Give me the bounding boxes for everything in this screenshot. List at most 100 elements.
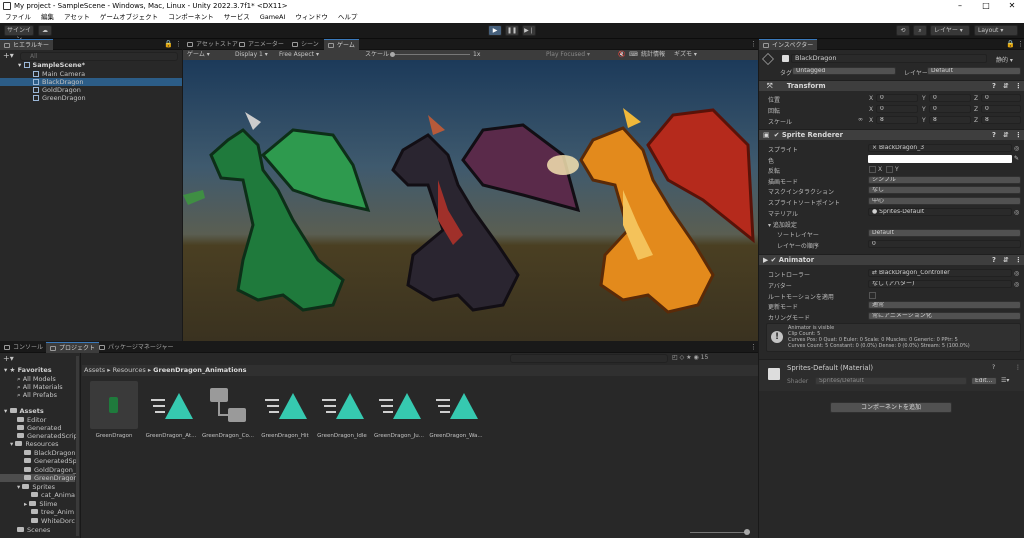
draw-mode-dropdown[interactable]: シンプル: [868, 176, 1021, 184]
hierarchy-item-main-camera[interactable]: Main Camera: [33, 70, 85, 78]
hierarchy-item-blackdragon[interactable]: BlackDragon: [0, 78, 182, 86]
help-icon[interactable]: ?: [992, 130, 996, 141]
scale-slider-handle[interactable]: [390, 52, 395, 57]
lock-icon[interactable]: 🔒: [1006, 40, 1015, 48]
stats-toggle[interactable]: 統計情報: [641, 50, 665, 60]
transform-header[interactable]: ⤧ Transform? ⇵ ⋮: [759, 80, 1024, 91]
rotation-x-field[interactable]: 0: [876, 105, 918, 113]
scale-slider[interactable]: [390, 54, 470, 55]
cloud-icon[interactable]: ☁: [38, 25, 52, 36]
aspect-dropdown[interactable]: Free Aspect ▾: [279, 50, 319, 60]
display-dropdown[interactable]: Display 1 ▾: [235, 50, 268, 60]
splitter[interactable]: [80, 353, 81, 538]
menu-window[interactable]: ウィンドウ: [290, 12, 333, 23]
preset-icon[interactable]: ⇵: [1003, 81, 1009, 92]
breadcrumb-current[interactable]: GreenDragon_Animations: [153, 366, 246, 374]
sprite-field[interactable]: ⨯ BlackDragon_3: [868, 144, 1012, 152]
object-picker-icon[interactable]: ◎: [1014, 209, 1019, 216]
color-swatch[interactable]: [868, 155, 1012, 163]
gizmos-toggle[interactable]: ギズモ ▾: [674, 50, 697, 60]
create-asset-button[interactable]: +▾: [3, 354, 14, 363]
scale-z-field[interactable]: 8: [981, 116, 1021, 124]
component-menu-icon[interactable]: ⋮: [1015, 130, 1022, 141]
menu-file[interactable]: ファイル: [0, 12, 36, 23]
scale-x-field[interactable]: 8: [876, 116, 918, 124]
folder-tree-anim[interactable]: tree_Anim: [31, 508, 74, 516]
additional-settings-foldout[interactable]: ▾ 追加設定: [768, 220, 797, 229]
folder-slime[interactable]: ▸ Slime: [24, 500, 57, 508]
folder-generatedsprites[interactable]: GeneratedSp: [24, 457, 77, 465]
step-button[interactable]: ▶❘: [522, 25, 536, 36]
close-window-button[interactable]: ✕: [1002, 1, 1022, 10]
menu-services[interactable]: サービス: [219, 12, 255, 23]
help-icon[interactable]: ?: [992, 81, 996, 92]
material-field[interactable]: ● Sprites-Default: [868, 208, 1012, 216]
folder-sprites[interactable]: ▾ Sprites: [17, 483, 55, 491]
game-viewport[interactable]: [183, 60, 758, 341]
tab-scene[interactable]: シーン: [288, 39, 323, 50]
folder-golddragon[interactable]: GoldDragon_: [24, 466, 76, 474]
favorite-search-icon[interactable]: ★: [686, 354, 691, 361]
folder-resources[interactable]: ▾ Resources: [10, 440, 59, 448]
favorites-header[interactable]: ▾ ★ Favorites: [4, 366, 52, 374]
flip-x-checkbox[interactable]: [869, 166, 876, 173]
mask-interaction-dropdown[interactable]: なし: [868, 186, 1021, 194]
favorite-all-prefabs[interactable]: ⌕ All Prefabs: [17, 391, 57, 399]
preset-icon[interactable]: ⇵: [1003, 130, 1009, 141]
avatar-field[interactable]: なし (アバター): [868, 280, 1012, 288]
favorite-all-materials[interactable]: ⌕ All Materials: [17, 383, 63, 391]
add-object-button[interactable]: +▾: [3, 51, 14, 60]
shortcut-icon[interactable]: ⌨: [629, 50, 638, 60]
rotation-z-field[interactable]: 0: [981, 105, 1021, 113]
maximize-button[interactable]: □: [976, 1, 996, 10]
menu-component[interactable]: コンポーネント: [163, 12, 219, 23]
breadcrumb-resources[interactable]: Resources: [113, 366, 146, 374]
pause-button[interactable]: ❚❚: [505, 25, 519, 36]
shader-dropdown[interactable]: Sprites/Default: [815, 377, 967, 385]
tab-animator[interactable]: アニメーター: [235, 39, 288, 50]
breadcrumb-assets[interactable]: Assets: [84, 366, 105, 374]
more-menu-icon[interactable]: ⋮: [750, 40, 757, 48]
order-in-layer-field[interactable]: 0: [868, 240, 1021, 248]
object-picker-icon[interactable]: ◎: [1014, 270, 1019, 277]
tab-asset-store[interactable]: アセットストア: [183, 39, 242, 50]
sort-point-dropdown[interactable]: 中心: [868, 197, 1021, 205]
folder-generated[interactable]: Generated: [17, 424, 61, 432]
mute-icon[interactable]: 🔇: [618, 50, 625, 60]
icon-size-slider[interactable]: [690, 532, 750, 533]
component-menu-icon[interactable]: ⋮: [1015, 255, 1022, 266]
tab-hierarchy[interactable]: ヒエラルキー: [0, 39, 54, 50]
search-by-type-icon[interactable]: ◰: [672, 354, 678, 361]
preset-icon[interactable]: ⇵: [1003, 255, 1009, 266]
sprite-renderer-header[interactable]: ▣ ✔ Sprite Renderer? ⇵ ⋮: [759, 129, 1024, 140]
hierarchy-search-input[interactable]: All: [20, 52, 178, 61]
folder-scenes[interactable]: Scenes: [17, 526, 50, 534]
object-name-field[interactable]: BlackDragon: [791, 54, 987, 63]
folder-cat-anima[interactable]: cat_Anima: [31, 491, 75, 499]
menu-gameai[interactable]: GameAI: [255, 12, 291, 23]
sorting-layer-dropdown[interactable]: Default: [868, 229, 1021, 237]
edit-shader-button[interactable]: Edit...: [971, 377, 997, 385]
component-menu-icon[interactable]: ⋮: [1015, 364, 1021, 371]
tab-game[interactable]: ゲーム: [324, 39, 359, 50]
folder-generatedscripts[interactable]: GeneratedScrip: [17, 432, 78, 440]
more-menu-icon[interactable]: ⋮: [750, 343, 757, 351]
tab-console[interactable]: コンソール: [0, 342, 47, 353]
tab-project[interactable]: プロジェクト: [46, 342, 100, 353]
culling-mode-dropdown[interactable]: 常にアニメーション化: [868, 312, 1021, 320]
active-checkbox[interactable]: [782, 55, 789, 62]
link-scale-icon[interactable]: ∞: [858, 116, 863, 123]
play-focused-dropdown[interactable]: Play Focused ▾: [546, 50, 590, 60]
root-motion-checkbox[interactable]: [869, 292, 876, 299]
tab-inspector[interactable]: インスペクター: [759, 39, 818, 50]
update-mode-dropdown[interactable]: 通常: [868, 301, 1021, 309]
hierarchy-item-golddragon[interactable]: GoldDragon: [33, 86, 81, 94]
more-menu-icon[interactable]: ⋮: [1017, 40, 1024, 48]
history-icon[interactable]: ⟲: [896, 25, 910, 36]
animator-checkbox[interactable]: ✔: [771, 256, 777, 264]
object-picker-icon[interactable]: ◎: [1014, 145, 1019, 152]
game-dropdown[interactable]: ゲーム ▾: [187, 50, 210, 60]
static-toggle[interactable]: 静的 ▾: [996, 55, 1013, 64]
folder-blackdragon[interactable]: BlackDragon: [24, 449, 75, 457]
eyedropper-icon[interactable]: ✎: [1014, 155, 1019, 162]
